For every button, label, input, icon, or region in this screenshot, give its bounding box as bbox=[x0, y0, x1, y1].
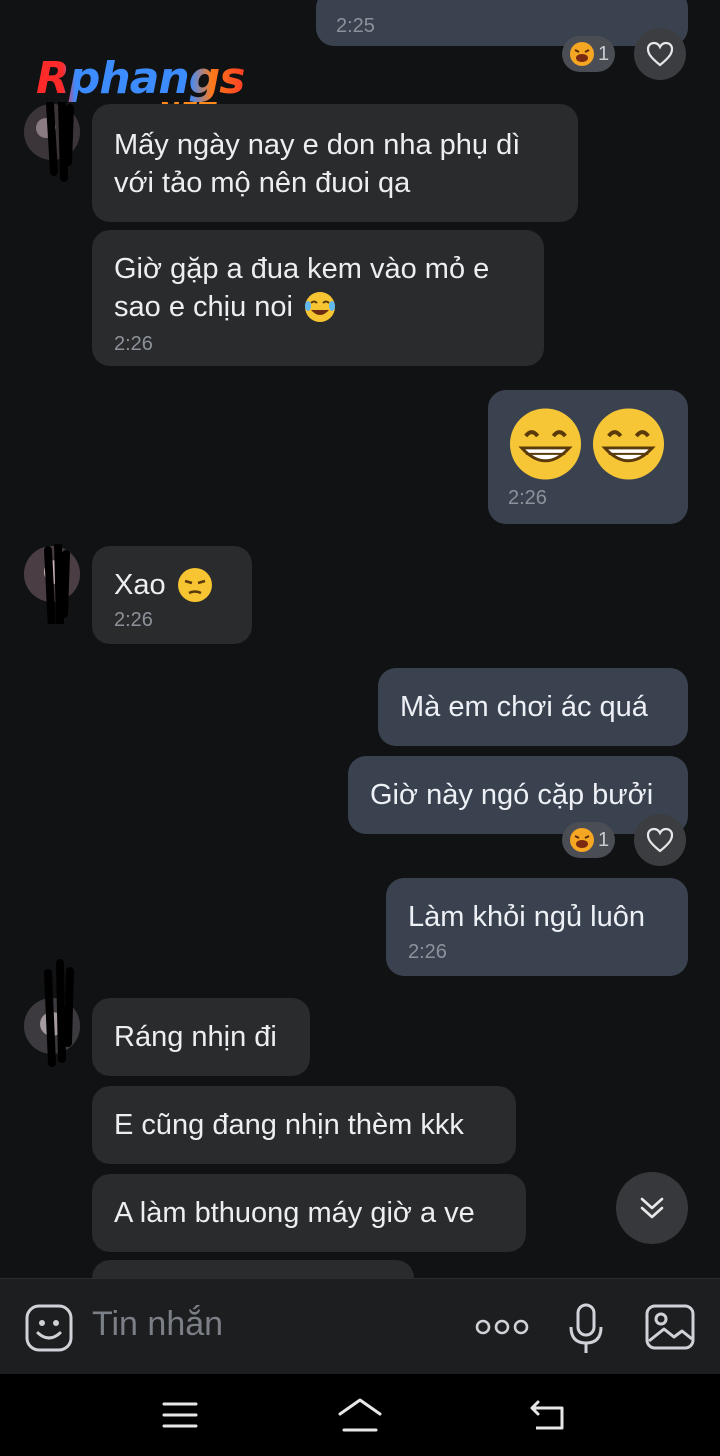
menu-lines-icon bbox=[162, 1402, 198, 1428]
reaction-badge[interactable]: 1 bbox=[562, 822, 616, 858]
home-button[interactable] bbox=[336, 1396, 384, 1439]
message-text: Ráng nhịn đi bbox=[114, 1021, 277, 1053]
message-bubble-in[interactable]: Xao 2:26 bbox=[92, 546, 252, 644]
message-time: 2:25 bbox=[336, 15, 375, 37]
sticker-button[interactable] bbox=[24, 1303, 74, 1358]
message-line: Giờ gặp a đua kem vào mỏ e bbox=[114, 253, 490, 285]
message-time: 2:26 bbox=[114, 333, 153, 355]
avatar[interactable] bbox=[24, 959, 80, 1067]
message-bubble-in[interactable]: Mấy ngày nay e don nha phụ dì với tảo mộ… bbox=[92, 104, 578, 222]
message-text: Làm khỏi ngủ luôn bbox=[408, 901, 645, 933]
reaction-count: 1 bbox=[598, 828, 610, 851]
avatar[interactable] bbox=[24, 544, 80, 624]
chat-thread[interactable]: 2:25 1 Rphangs .NET Mấy ngày nay e don n… bbox=[0, 0, 720, 1278]
system-nav-bar bbox=[0, 1374, 720, 1456]
react-heart-button[interactable] bbox=[634, 814, 686, 866]
message-line: Mấy ngày nay e don nha phụ dì bbox=[114, 129, 521, 161]
watermark-brand: Rphangs bbox=[36, 56, 256, 102]
microphone-icon bbox=[569, 1303, 603, 1353]
double-chevron-down-icon bbox=[640, 1197, 664, 1219]
emoji-pair bbox=[508, 406, 666, 482]
message-bubble-in[interactable]: Giờ gặp a đua kem vào mỏ e sao e chịu no… bbox=[92, 230, 544, 366]
home-icon bbox=[338, 1398, 382, 1432]
message-bubble-in[interactable]: Ráng nhịn đi bbox=[92, 998, 310, 1076]
voice-record-button[interactable] bbox=[566, 1303, 606, 1360]
unamused-emoji-icon bbox=[177, 568, 212, 602]
message-bubble-in[interactable] bbox=[92, 1260, 414, 1278]
message-input[interactable]: Tin nhắn bbox=[92, 1305, 223, 1344]
back-arrow-icon bbox=[530, 1400, 564, 1430]
message-time: 2:26 bbox=[508, 487, 547, 509]
message-text: Xao bbox=[114, 569, 166, 601]
message-composer: Tin nhắn bbox=[0, 1278, 720, 1374]
more-dots-icon bbox=[475, 1319, 529, 1335]
recent-apps-button[interactable] bbox=[162, 1400, 198, 1435]
more-options-button[interactable] bbox=[474, 1315, 530, 1344]
reaction-badge[interactable]: 1 bbox=[562, 36, 616, 72]
reaction-count: 1 bbox=[598, 42, 610, 65]
message-text: A làm bthuong máy giờ a ve bbox=[114, 1197, 475, 1229]
grinning-emoji-icon bbox=[592, 408, 665, 480]
laughing-emoji-icon bbox=[570, 42, 594, 66]
message-line: sao e chịu noi bbox=[114, 291, 293, 323]
image-gallery-icon bbox=[645, 1304, 695, 1350]
tears-of-joy-emoji-icon bbox=[304, 292, 335, 322]
message-time: 2:26 bbox=[408, 941, 447, 963]
message-bubble-out[interactable]: 2:25 bbox=[316, 0, 688, 46]
message-time: 2:26 bbox=[114, 609, 153, 631]
message-bubble-in[interactable]: E cũng đang nhịn thèm kkk bbox=[92, 1086, 516, 1164]
message-bubble-out[interactable]: Làm khỏi ngủ luôn 2:26 bbox=[386, 878, 688, 976]
message-line: với tảo mộ nên đuoi qa bbox=[114, 167, 411, 199]
heart-icon bbox=[646, 827, 674, 853]
react-heart-button[interactable] bbox=[634, 28, 686, 80]
gallery-button[interactable] bbox=[644, 1303, 696, 1356]
avatar[interactable] bbox=[24, 102, 80, 182]
laughing-emoji-icon bbox=[570, 828, 594, 852]
smiley-sticker-icon bbox=[25, 1304, 73, 1352]
heart-icon bbox=[646, 41, 674, 67]
message-text: Mà em chơi ác quá bbox=[400, 691, 648, 723]
message-bubble-out[interactable]: 2:26 bbox=[488, 390, 688, 524]
message-text: E cũng đang nhịn thèm kkk bbox=[114, 1109, 464, 1141]
message-text: Giờ này ngó cặp bưởi bbox=[370, 779, 654, 811]
message-bubble-out[interactable]: Mà em chơi ác quá bbox=[378, 668, 688, 746]
message-bubble-out[interactable]: Giờ này ngó cặp bưởi bbox=[348, 756, 688, 834]
message-bubble-in[interactable]: A làm bthuong máy giờ a ve bbox=[92, 1174, 526, 1252]
scroll-to-bottom-button[interactable] bbox=[616, 1172, 688, 1244]
back-button[interactable] bbox=[528, 1398, 568, 1437]
grinning-emoji-icon bbox=[509, 408, 582, 480]
